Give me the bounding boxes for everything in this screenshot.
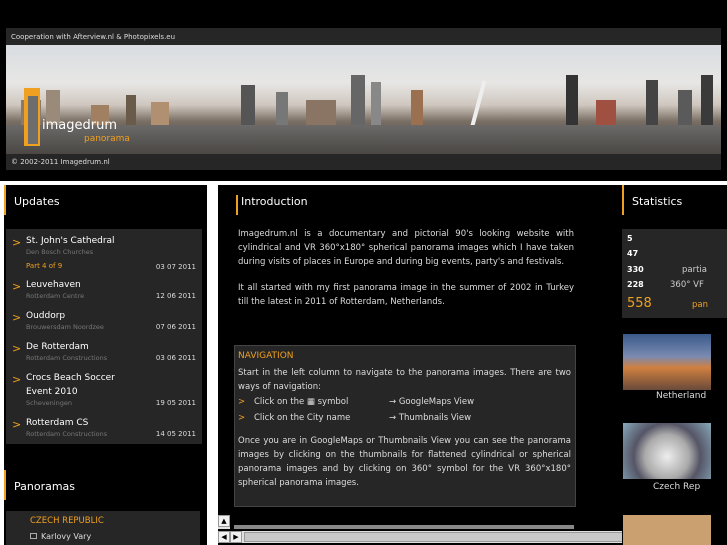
scroll-left-button[interactable]: ◀ bbox=[218, 531, 230, 543]
stat-count: 228 bbox=[627, 280, 644, 289]
netherlands-caption[interactable]: Netherland bbox=[656, 391, 706, 401]
list-item[interactable]: > St. John's Cathedral Den Bosch Churche… bbox=[6, 233, 202, 271]
city-label: Karlovy Vary bbox=[41, 532, 92, 541]
update-part: Part 4 of 9 bbox=[26, 262, 63, 270]
country-czech-republic[interactable]: CZECH REPUBLIC bbox=[6, 511, 200, 526]
left-column: Updates > St. John's Cathedral Den Bosch… bbox=[4, 185, 207, 545]
stat-total-label: pan bbox=[692, 300, 708, 310]
navigation-row-right: → GoogleMaps View bbox=[389, 397, 475, 407]
list-item[interactable]: > Ouddorp Brouwersdam Noordzee 07 06 201… bbox=[6, 308, 202, 339]
list-item[interactable]: > De Rotterdam Rotterdam Constructions 0… bbox=[6, 339, 202, 370]
panoramas-section: Panoramas bbox=[4, 470, 207, 500]
list-item[interactable]: > Leuvehaven Rotterdam Centre 12 06 2011 bbox=[6, 277, 202, 308]
horizontal-scroll-thumb[interactable] bbox=[244, 532, 654, 542]
arrow-icon: > bbox=[238, 413, 246, 423]
city-karlovy-vary[interactable]: Karlovy Vary bbox=[6, 526, 200, 541]
scroll-right-button[interactable]: ▶ bbox=[230, 531, 242, 543]
update-title[interactable]: De Rotterdam bbox=[26, 340, 136, 354]
navigation-row-left: Click on the ▦ symbol bbox=[254, 397, 349, 407]
chevron-right-icon: > bbox=[12, 373, 22, 386]
update-title[interactable]: Leuvehaven bbox=[26, 278, 136, 292]
stat-label: partia bbox=[682, 265, 708, 275]
chevron-right-icon: > bbox=[12, 418, 22, 431]
stat-total: 558 bbox=[627, 296, 652, 311]
navigation-text-2: Once you are in GoogleMaps or Thumbnails… bbox=[238, 436, 571, 488]
update-title[interactable]: Crocs Beach Soccer Event 2010 bbox=[26, 371, 136, 399]
stat-count: 5 bbox=[627, 234, 633, 243]
stat-count: 330 bbox=[627, 265, 644, 274]
update-date: 12 06 2011 bbox=[155, 292, 196, 300]
site-header: Cooperation with Afterview.nl & Photopix… bbox=[0, 0, 727, 181]
updates-title: Updates bbox=[4, 185, 207, 215]
update-date: 07 06 2011 bbox=[155, 323, 196, 331]
czech-republic-thumbnail[interactable] bbox=[623, 423, 711, 479]
chevron-right-icon: > bbox=[12, 342, 22, 355]
update-subtitle: Rotterdam Constructions bbox=[26, 430, 108, 438]
update-subtitle: Rotterdam Constructions bbox=[26, 354, 108, 362]
statistics-title: Statistics bbox=[622, 185, 727, 215]
navigation-row: > Click on the ▦ symbol → GoogleMaps Vie… bbox=[235, 397, 575, 413]
navigation-row-right: → Thumbnails View bbox=[389, 413, 472, 423]
content-divider bbox=[234, 525, 574, 529]
netherlands-thumbnail[interactable] bbox=[623, 334, 711, 390]
update-date: 03 07 2011 bbox=[155, 263, 196, 271]
update-date: 14 05 2011 bbox=[155, 430, 196, 438]
logo-subtext: panorama bbox=[84, 134, 130, 144]
scroll-up-button[interactable]: ▲ bbox=[218, 515, 230, 527]
panoramas-list: CZECH REPUBLIC Karlovy Vary bbox=[6, 511, 200, 545]
statistics-box: 5 47 330 partia 228 360° VF 558 pan bbox=[622, 229, 727, 318]
chevron-right-icon: > bbox=[12, 236, 22, 249]
stat-count: 47 bbox=[627, 249, 639, 258]
chevron-right-icon: > bbox=[12, 280, 22, 293]
navigation-row-left: Click on the City name bbox=[254, 413, 351, 423]
update-subtitle: Scheveningen bbox=[26, 399, 72, 407]
panoramas-title: Panoramas bbox=[4, 470, 207, 500]
navigation-box: NAVIGATION Start in the left column to n… bbox=[234, 345, 576, 507]
update-subtitle: Brouwersdam Noordzee bbox=[26, 323, 104, 331]
logo-text[interactable]: imagedrum bbox=[42, 118, 117, 133]
main-column: Introduction Imagedrum.nl is a documenta… bbox=[218, 185, 622, 545]
stat-label: 360° VF bbox=[670, 280, 704, 290]
cooperation-text: Cooperation with Afterview.nl & Photopix… bbox=[6, 28, 721, 45]
update-date: 19 05 2011 bbox=[155, 399, 196, 407]
mid-scrollbar-bottom[interactable]: ▲ bbox=[218, 515, 230, 529]
update-subtitle: Rotterdam Centre bbox=[26, 292, 85, 300]
navigation-row: > Click on the City name → Thumbnails Vi… bbox=[235, 413, 575, 429]
updates-list: > St. John's Cathedral Den Bosch Churche… bbox=[6, 229, 202, 444]
navigation-text: Start in the left column to navigate to … bbox=[238, 368, 571, 392]
chevron-right-icon: > bbox=[12, 311, 22, 324]
update-title[interactable]: St. John's Cathedral bbox=[26, 234, 136, 248]
map-grid-icon[interactable] bbox=[30, 533, 37, 539]
intro-paragraph-1: Imagedrum.nl is a documentary and pictor… bbox=[238, 229, 574, 267]
list-item[interactable]: > Crocs Beach Soccer Event 2010 Scheveni… bbox=[6, 370, 202, 415]
intro-paragraph-2: It all started with my first panorama im… bbox=[238, 283, 574, 307]
update-title[interactable]: Ouddorp bbox=[26, 309, 136, 323]
intro-title: Introduction bbox=[236, 195, 308, 215]
update-subtitle: Den Bosch Churches bbox=[26, 248, 94, 256]
right-column: Statistics 5 47 330 partia 228 360° VF 5… bbox=[622, 185, 727, 545]
third-thumbnail[interactable] bbox=[623, 515, 711, 545]
update-date: 03 06 2011 bbox=[155, 354, 196, 362]
intro-text: Imagedrum.nl is a documentary and pictor… bbox=[238, 227, 574, 309]
navigation-title: NAVIGATION bbox=[238, 351, 294, 361]
arrow-icon: > bbox=[238, 397, 246, 407]
update-title[interactable]: Rotterdam CS bbox=[26, 416, 136, 430]
list-item[interactable]: > Rotterdam CS Rotterdam Constructions 1… bbox=[6, 415, 202, 446]
copyright-text: © 2002-2011 Imagedrum.nl bbox=[6, 154, 721, 170]
czech-republic-caption[interactable]: Czech Rep bbox=[653, 482, 700, 492]
